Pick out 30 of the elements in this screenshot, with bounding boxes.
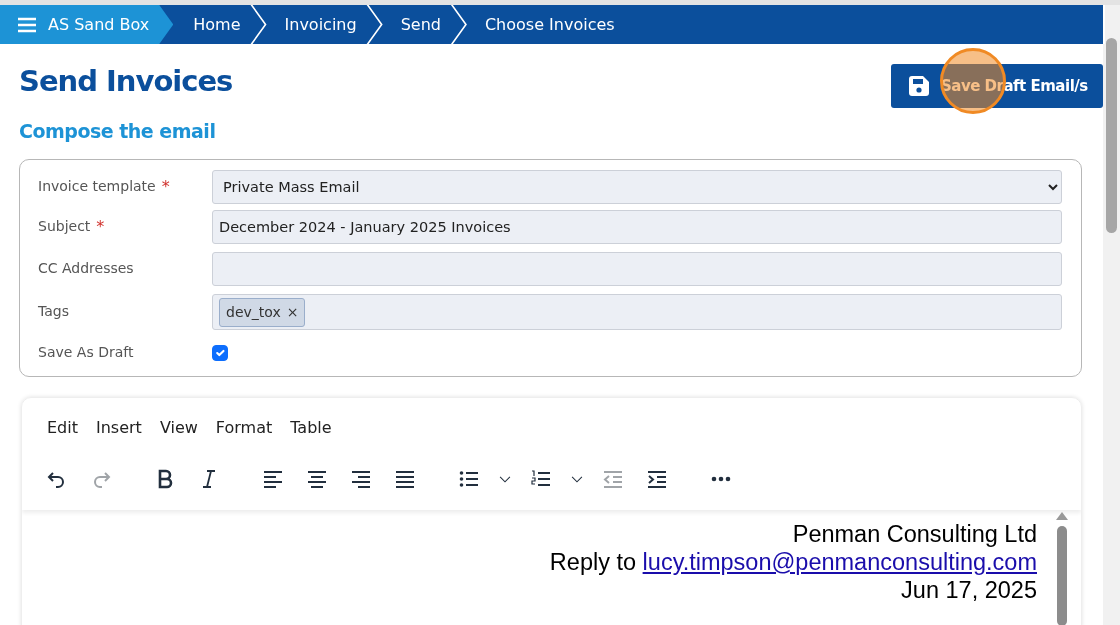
text-field[interactable] [212, 251, 1062, 286]
required-mark: * [161, 175, 170, 198]
menu-item[interactable]: Insert [87, 415, 151, 440]
scrollbar-thumb[interactable] [1057, 525, 1067, 625]
menu-item[interactable]: View [150, 415, 207, 440]
remove-tag-button[interactable]: × [286, 301, 299, 323]
field-label: CC Addresses [38, 259, 135, 279]
menu-item[interactable]: Table [281, 415, 341, 440]
company-name: Penman Consulting Ltd [791, 519, 1037, 548]
tags-field[interactable]: dev_tox × [212, 293, 1062, 330]
section-title: Compose the email [19, 120, 217, 143]
tag-label: dev_tox [226, 302, 281, 322]
field-label: Subject [38, 217, 91, 237]
required-mark: * [96, 215, 105, 238]
field-label: Invoice template [38, 177, 156, 197]
menu-item[interactable]: Format [206, 415, 282, 440]
scroll-up-icon[interactable] [1056, 511, 1068, 520]
text-field[interactable]: December 2024 - January 2025 Invoices [212, 209, 1062, 244]
menu-item[interactable]: Edit [38, 415, 87, 440]
field-label: Save As Draft [38, 343, 135, 363]
page-title: Send Invoices [19, 64, 233, 99]
scrollbar-thumb[interactable] [1106, 38, 1117, 233]
save-icon [909, 76, 929, 96]
checkbox[interactable] [212, 344, 228, 361]
reply-line: Reply to lucy.timpson@penmanconsulting.com [548, 547, 1037, 576]
template-select[interactable]: Private Mass Email [212, 169, 1062, 204]
invoice-date: Jun 17, 2025 [900, 575, 1037, 604]
field-label: Tags [38, 302, 70, 322]
menu-icon [18, 16, 36, 33]
email-link[interactable]: lucy.timpson@penmanconsulting.com [642, 548, 1037, 575]
